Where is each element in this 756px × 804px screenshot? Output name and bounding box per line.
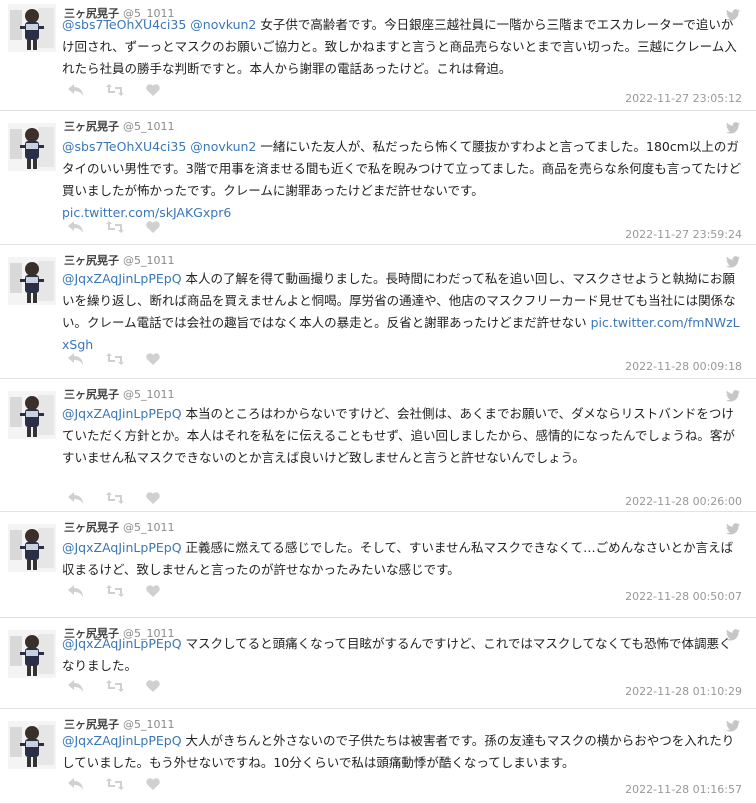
like-icon[interactable]	[146, 84, 160, 96]
mention-link[interactable]: @JqxZAqJinLpPEpQ	[62, 271, 182, 286]
tweet-actions	[68, 778, 160, 790]
avatar[interactable]	[8, 630, 56, 678]
reply-icon[interactable]	[68, 353, 84, 365]
like-icon[interactable]	[146, 778, 160, 790]
retweet-icon[interactable]	[106, 778, 124, 790]
timestamp[interactable]: 2022-11-28 01:10:29	[625, 685, 742, 698]
mention-link[interactable]: @sbs7TeOhXU4ci35 @novkun2	[62, 139, 256, 154]
tweet-actions	[68, 84, 160, 96]
author-handle[interactable]: @5_1011	[123, 120, 175, 133]
author-name[interactable]: 三ヶ尻晃子	[64, 388, 119, 401]
tweet-text: @sbs7TeOhXU4ci35 @novkun2 一緒にいた友人が、私だったら…	[62, 136, 742, 224]
like-icon[interactable]	[146, 492, 160, 504]
avatar[interactable]	[8, 524, 56, 572]
retweet-icon[interactable]	[106, 221, 124, 233]
timestamp[interactable]: 2022-11-28 00:26:00	[625, 495, 742, 508]
tweet-item: 三ヶ尻晃子 @5_1011 @JqxZAqJinLpPEpQ 正義感に燃えてる感じで…	[0, 512, 756, 618]
author-name[interactable]: 三ヶ尻晃子	[64, 254, 119, 267]
tweet-item: 三ヶ尻晃子 @5_1011 @JqxZAqJinLpPEpQ 大人がきちんと外さない…	[0, 709, 756, 804]
tweet-text: @JqxZAqJinLpPEpQ 本人の了解を得て動画撮りました。長時間にわだっ…	[62, 268, 742, 356]
author-handle[interactable]: @5_1011	[123, 521, 175, 534]
avatar[interactable]	[8, 123, 56, 171]
tweet-actions	[68, 353, 160, 365]
retweet-icon[interactable]	[106, 585, 124, 597]
avatar[interactable]	[8, 257, 56, 305]
author-name[interactable]: 三ヶ尻晃子	[64, 521, 119, 534]
twitter-bird-icon[interactable]	[726, 253, 740, 268]
tweet-actions	[68, 492, 160, 504]
tweet-actions	[68, 221, 160, 233]
author-handle[interactable]: @5_1011	[123, 388, 175, 401]
tweet-item: 三ヶ尻晃子 @5_1011 @JqxZAqJinLpPEpQ 本人の了解を得て動画撮…	[0, 245, 756, 379]
mention-link[interactable]: @JqxZAqJinLpPEpQ	[62, 540, 182, 555]
retweet-icon[interactable]	[106, 492, 124, 504]
author-line: 三ヶ尻晃子 @5_1011	[64, 252, 175, 268]
retweet-icon[interactable]	[106, 680, 124, 692]
mention-link[interactable]: @JqxZAqJinLpPEpQ	[62, 406, 182, 421]
timestamp[interactable]: 2022-11-28 01:16:57	[625, 783, 742, 796]
author-handle[interactable]: @5_1011	[123, 254, 175, 267]
timestamp[interactable]: 2022-11-27 23:59:24	[625, 228, 742, 241]
tweet-item: 三ヶ尻晃子 @5_1011 @sbs7TeOhXU4ci35 @novkun2 一緒…	[0, 111, 756, 245]
retweet-icon[interactable]	[106, 353, 124, 365]
reply-icon[interactable]	[68, 492, 84, 504]
tweet-text: @JqxZAqJinLpPEpQ 大人がきちんと外さないので子供たちは被害者です…	[62, 730, 742, 774]
tweet-text: @JqxZAqJinLpPEpQ 正義感に燃えてる感じでした。そして、すいません…	[62, 537, 742, 581]
tweet-item: 三ヶ尻晃子 @5_1011 @JqxZAqJinLpPEpQ マスクしてると頭痛くな…	[0, 618, 756, 709]
reply-icon[interactable]	[68, 778, 84, 790]
reply-icon[interactable]	[68, 221, 84, 233]
tweet-item: 三ヶ尻晃子 @5_1011 @JqxZAqJinLpPEpQ 本当のところはわからな…	[0, 379, 756, 512]
author-line: 三ヶ尻晃子 @5_1011	[64, 386, 175, 402]
tweet-text: @JqxZAqJinLpPEpQ 本当のところはわからないですけど、会社側は、あ…	[62, 403, 742, 469]
twitter-bird-icon[interactable]	[726, 717, 740, 732]
avatar[interactable]	[8, 4, 56, 52]
avatar[interactable]	[8, 391, 56, 439]
tweet-feed: 三ヶ尻晃子 @5_1011 @sbs7TeOhXU4ci35 @novkun2 女子…	[0, 0, 756, 804]
twitter-bird-icon[interactable]	[726, 119, 740, 134]
twitter-bird-icon[interactable]	[726, 387, 740, 402]
tweet-actions	[68, 680, 160, 692]
like-icon[interactable]	[146, 680, 160, 692]
like-icon[interactable]	[146, 585, 160, 597]
mention-link[interactable]: @JqxZAqJinLpPEpQ	[62, 636, 182, 651]
timestamp[interactable]: 2022-11-28 00:09:18	[625, 360, 742, 373]
mention-link[interactable]: @JqxZAqJinLpPEpQ	[62, 733, 182, 748]
timestamp[interactable]: 2022-11-27 23:05:12	[625, 92, 742, 105]
media-link[interactable]: pic.twitter.com/skJAKGxpr6	[62, 205, 231, 220]
tweet-item: 三ヶ尻晃子 @5_1011 @sbs7TeOhXU4ci35 @novkun2 女子…	[0, 0, 756, 111]
reply-icon[interactable]	[68, 680, 84, 692]
twitter-bird-icon[interactable]	[726, 520, 740, 535]
like-icon[interactable]	[146, 221, 160, 233]
author-line: 三ヶ尻晃子 @5_1011	[64, 519, 175, 535]
like-icon[interactable]	[146, 353, 160, 365]
reply-icon[interactable]	[68, 84, 84, 96]
author-name[interactable]: 三ヶ尻晃子	[64, 120, 119, 133]
timestamp[interactable]: 2022-11-28 00:50:07	[625, 590, 742, 603]
mention-link[interactable]: @sbs7TeOhXU4ci35 @novkun2	[62, 17, 256, 32]
reply-icon[interactable]	[68, 585, 84, 597]
tweet-text: @JqxZAqJinLpPEpQ マスクしてると頭痛くなって目眩がするんですけど…	[62, 633, 742, 677]
author-line: 三ヶ尻晃子 @5_1011	[64, 118, 175, 134]
tweet-text: @sbs7TeOhXU4ci35 @novkun2 女子供で高齢者です。今日銀座…	[62, 14, 742, 80]
avatar[interactable]	[8, 721, 56, 769]
retweet-icon[interactable]	[106, 84, 124, 96]
tweet-actions	[68, 585, 160, 597]
